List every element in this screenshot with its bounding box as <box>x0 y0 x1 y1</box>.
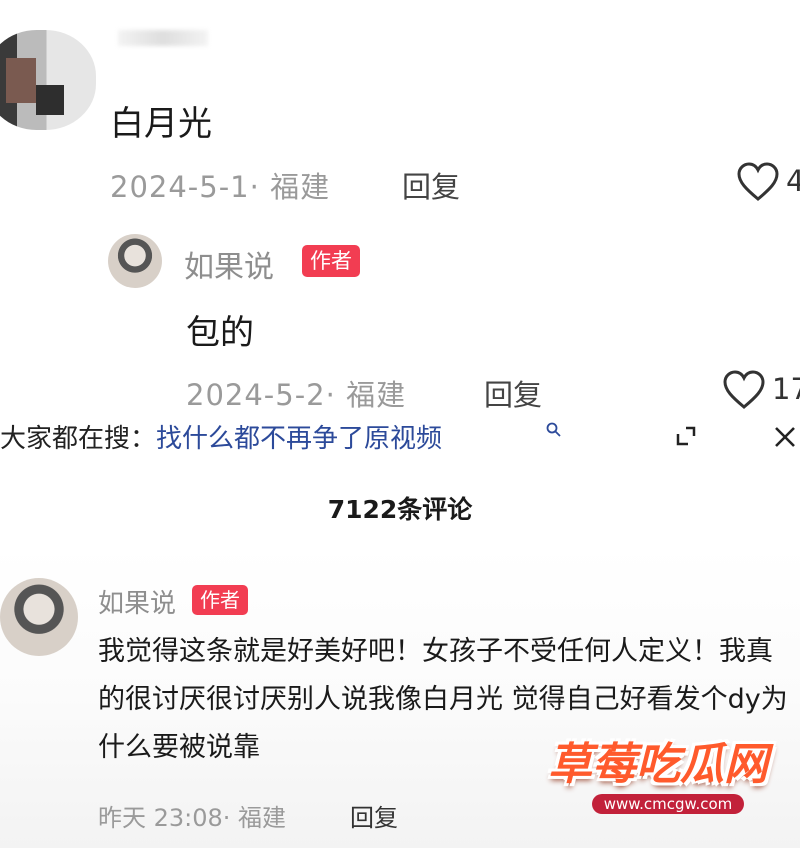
close-icon[interactable] <box>772 424 798 450</box>
commenter-name-blurred <box>118 30 208 46</box>
search-icon[interactable] <box>546 422 562 438</box>
like-heart-icon[interactable] <box>736 162 780 202</box>
like-heart-icon[interactable] <box>722 370 766 410</box>
comment-text: 白月光 <box>110 104 212 144</box>
commenter-avatar[interactable] <box>0 30 96 130</box>
expand-icon[interactable] <box>674 424 698 448</box>
search-prefix: 大家都在搜： <box>0 424 157 454</box>
like-count: 4 <box>786 164 800 198</box>
reply-button[interactable]: 回复 <box>402 164 460 206</box>
author-badge: 作者 <box>302 245 360 277</box>
watermark-url: www.cmcgw.com <box>591 794 745 814</box>
search-term[interactable]: 找什么都不再争了原视频 <box>156 424 442 454</box>
author-badge: 作者 <box>192 585 248 615</box>
reply-text: 包的 <box>186 313 254 353</box>
comment-total: 7122条评论 <box>327 495 473 524</box>
search-suggestion[interactable]: 大家都在搜：找什么都不再争了原视频 <box>0 418 442 455</box>
like-count: 17 <box>772 372 800 406</box>
reply-author-name[interactable]: 如果说 <box>184 242 274 286</box>
author-avatar[interactable] <box>0 578 78 656</box>
author-avatar[interactable] <box>108 234 162 288</box>
reply-button[interactable]: 回复 <box>484 372 542 414</box>
reply-button[interactable]: 回复 <box>350 798 398 833</box>
comment-meta: 2024-5-1· 福建 <box>110 170 331 204</box>
watermark-title: 草莓吃瓜网 <box>548 739 768 790</box>
site-watermark: 草莓吃瓜网 www.cmcgw.com <box>548 728 788 823</box>
comment-author-name[interactable]: 如果说 <box>98 583 176 620</box>
reply-meta: 2024-5-2· 福建 <box>186 378 407 412</box>
comment-meta: 昨天 23:08· 福建 <box>98 804 287 832</box>
